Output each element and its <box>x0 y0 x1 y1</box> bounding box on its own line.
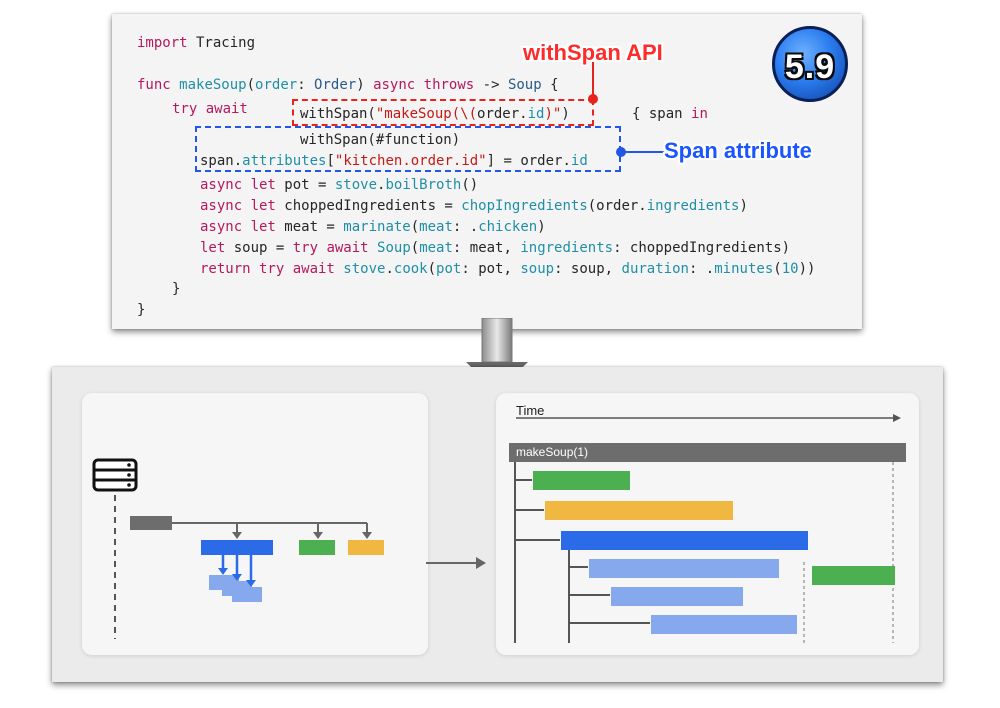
timeline-card <box>496 393 919 655</box>
span-graph-card <box>82 393 428 655</box>
graph-span-blue <box>201 540 273 555</box>
span-attribute-connector <box>621 151 665 153</box>
span-attribute-label: Span attribute <box>664 138 812 163</box>
code-line-try-await: try await <box>172 101 248 117</box>
server-icon <box>92 458 138 492</box>
code-line-close-outer: } <box>137 302 146 318</box>
time-axis-arrowhead <box>893 414 901 422</box>
withspan-api-connector <box>592 62 594 98</box>
span-graph <box>92 458 384 639</box>
withspan-api-label: withSpan API <box>523 40 663 65</box>
right-arrow-icon <box>426 557 486 569</box>
span-attribute-highlight <box>195 126 621 172</box>
graph-arrowhead <box>362 532 372 539</box>
code-line-meat: async let meat = marinate(meat: .chicken… <box>200 219 546 235</box>
code-line-chopped: async let choppedIngredients = chopIngre… <box>200 198 748 214</box>
timeline-span-yellow <box>545 501 733 520</box>
withspan-api-connector-dot <box>588 94 598 104</box>
timeline-span-green <box>533 471 630 490</box>
code-line-pot: async let pot = stove.boilBroth() <box>200 177 479 193</box>
time-axis-label: Time <box>516 403 545 418</box>
code-line-close-inner: } <box>172 281 181 297</box>
timeline-child-span <box>611 587 743 606</box>
span-attribute-connector-dot <box>616 147 626 157</box>
root-span-label: makeSoup(1) <box>516 445 589 459</box>
withspan-api-highlight <box>292 99 594 126</box>
timeline-span-blue <box>561 531 808 550</box>
graph-arrowhead <box>313 532 323 539</box>
graph-arrowhead <box>232 532 242 539</box>
timeline-span-green-late <box>812 566 895 585</box>
graph-span-yellow <box>348 540 384 555</box>
timeline-child-span <box>651 615 797 634</box>
timeline-child-span <box>589 559 779 578</box>
timeline <box>509 414 906 643</box>
swift-version-text: 5.9 <box>784 48 836 86</box>
graph-child-span <box>232 587 262 602</box>
trace-visualization-panel: Time makeSoup(1) <box>52 367 943 682</box>
code-line-import: import Tracing <box>137 35 256 51</box>
code-line-return: return try await stove.cook(pot: pot, so… <box>200 261 816 277</box>
graph-span-root <box>130 516 172 530</box>
graph-span-green <box>299 540 335 555</box>
graph-child-arrowhead <box>218 568 228 575</box>
code-line-func: func makeSoup(order: Order) async throws… <box>137 77 559 93</box>
swift-version-badge: 5.9 <box>772 26 848 102</box>
code-line-span-in: { span in <box>632 106 708 122</box>
code-line-soup: let soup = try await Soup(meat: meat, in… <box>200 240 791 256</box>
